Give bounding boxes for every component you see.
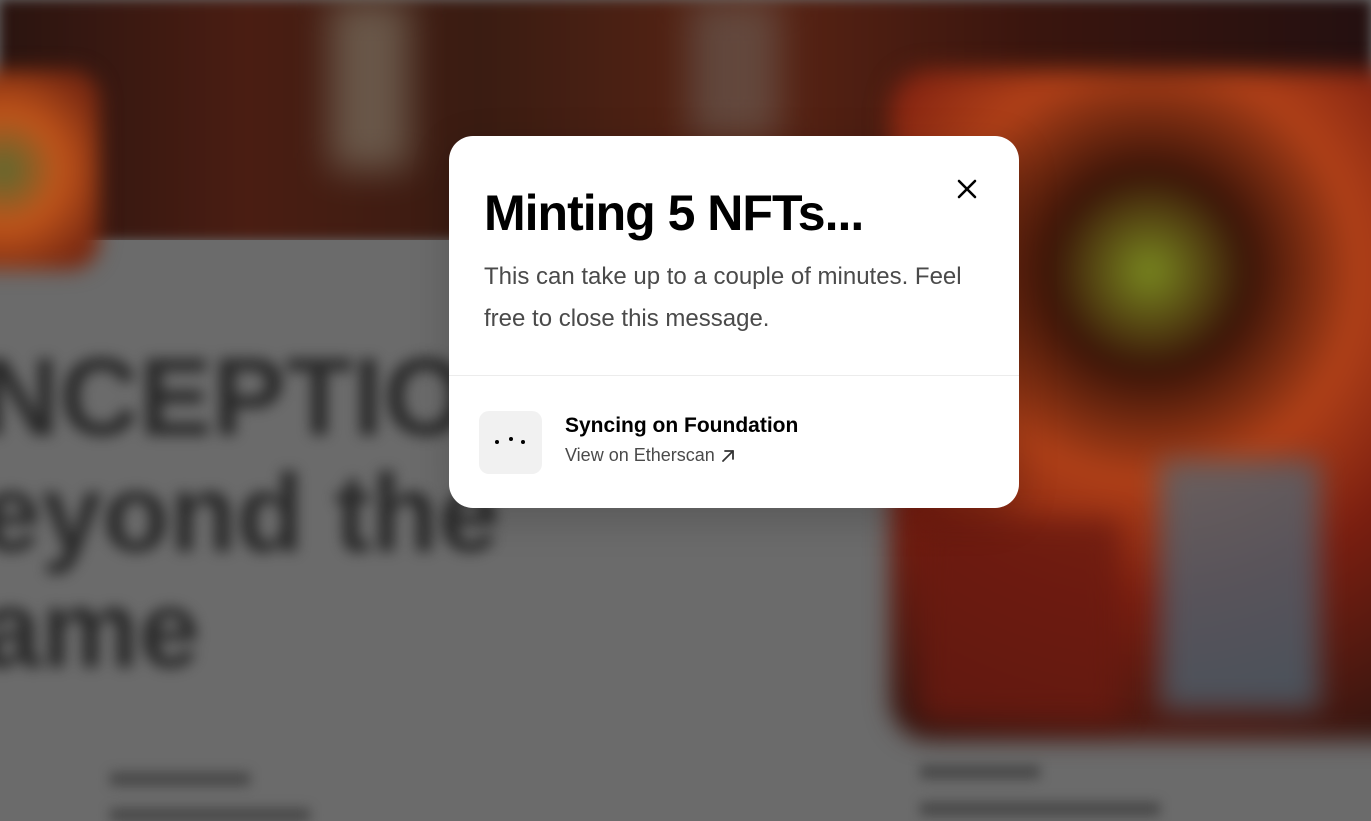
etherscan-link-label: View on Etherscan [565,445,715,465]
background-line [110,808,310,821]
modal-header: Minting 5 NFTs... This can take up to a … [449,136,1019,376]
modal-description: This can take up to a couple of minutes.… [484,263,962,332]
arrow-up-right-icon [721,449,734,462]
sync-status-title: Syncing on Foundation [565,414,799,437]
loading-dots-icon [479,411,542,474]
loading-dot [495,440,499,444]
background-headline-line: ame [0,568,201,691]
close-icon [957,179,977,199]
background-shape [690,0,780,140]
background-shape [330,0,410,170]
loading-dot [521,440,525,444]
sync-status-row: Syncing on Foundation View on Etherscan [449,376,1019,508]
loading-dot [509,437,513,441]
background-line [920,765,1040,779]
minting-modal: Minting 5 NFTs... This can take up to a … [449,136,1019,508]
background-shape [920,520,1120,720]
background-line [920,802,1160,816]
background-artwork-left [0,70,100,270]
view-on-etherscan-link[interactable]: View on Etherscan [565,445,735,466]
modal-title: Minting 5 NFTs... [484,185,864,241]
background-shape [1160,460,1320,710]
background-line [110,772,250,786]
close-button[interactable] [950,172,984,206]
